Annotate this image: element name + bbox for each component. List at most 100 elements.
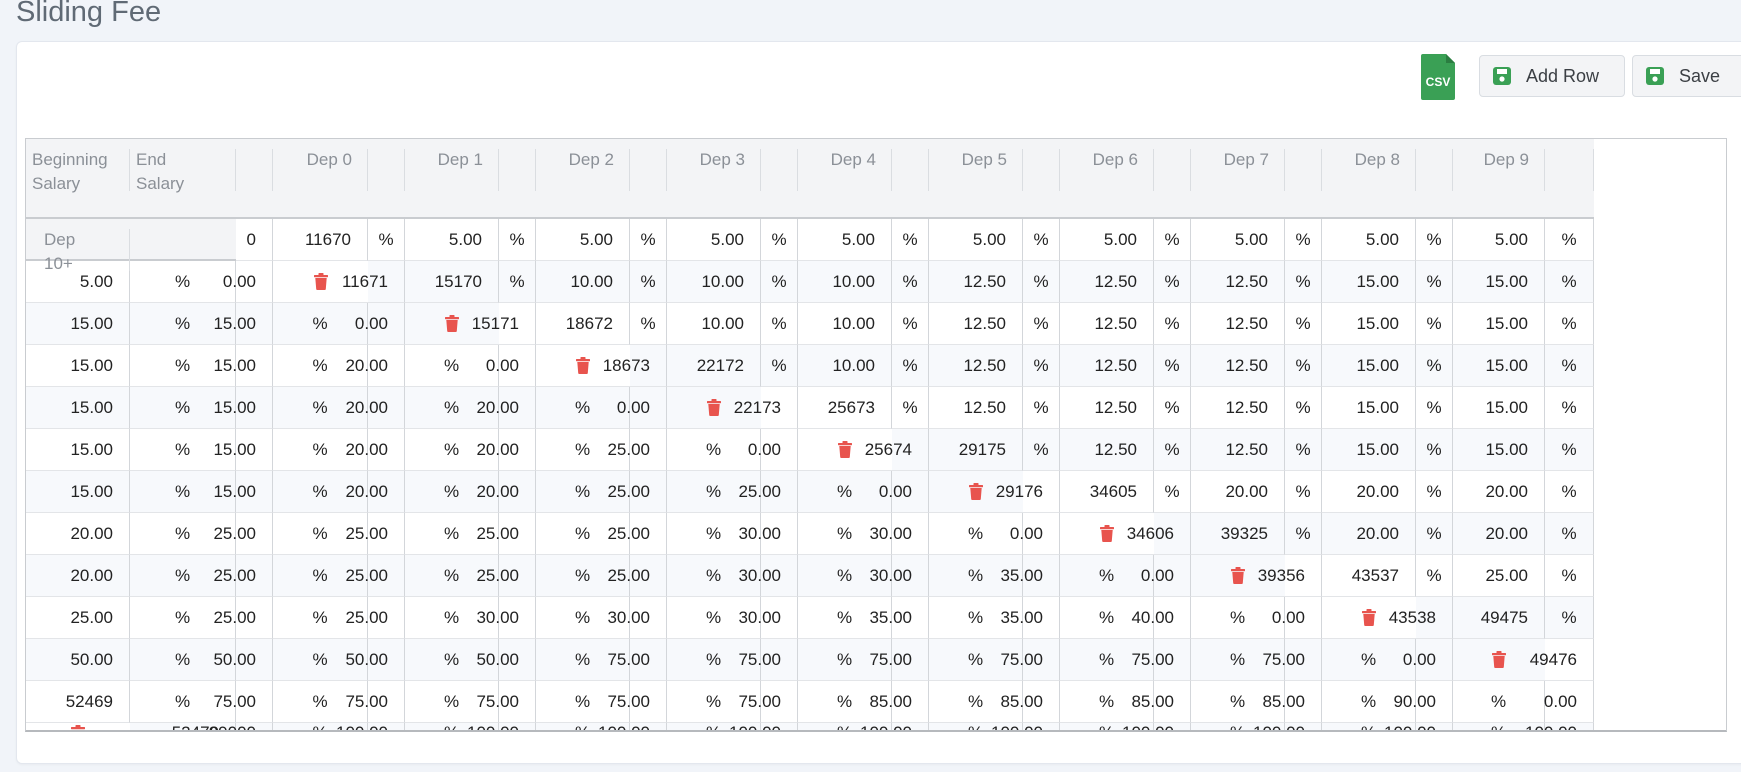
dep-7-cell[interactable]: 20.00 — [476, 471, 536, 513]
beginning-salary-cell[interactable]: 22173 — [734, 387, 798, 429]
dep-9-cell[interactable]: 20.00 — [476, 387, 536, 429]
dep-1-cell[interactable]: 50.00 — [213, 639, 273, 681]
dep-4-cell[interactable]: 15.00 — [1453, 387, 1545, 429]
dep-6-cell[interactable]: 15.00 — [1453, 303, 1545, 345]
dep-0-cell[interactable]: 12.50 — [929, 387, 1023, 429]
beginning-salary-cell[interactable]: 43538 — [1389, 597, 1453, 639]
end-salary-cell[interactable]: 49475 — [1453, 597, 1545, 639]
dep-3-cell[interactable]: 75.00 — [607, 681, 667, 723]
trash-icon[interactable] — [71, 724, 85, 733]
end-salary-cell[interactable]: 99000 — [209, 723, 273, 730]
dep-2-cell[interactable]: 5.00 — [667, 219, 761, 261]
dep-4-cell[interactable]: 15.00 — [26, 471, 130, 513]
dep-5-cell[interactable]: 30.00 — [607, 597, 667, 639]
dep-5-cell[interactable]: 25.00 — [345, 513, 405, 555]
dep-3-cell[interactable]: 5.00 — [798, 219, 892, 261]
dep-2-cell[interactable]: 25.00 — [213, 597, 273, 639]
dep-2-cell[interactable]: 10.00 — [798, 261, 892, 303]
dep-10-cell[interactable]: 0.00 — [1272, 597, 1322, 639]
dep-7-cell[interactable]: 75.00 — [1000, 639, 1060, 681]
dep-0-cell[interactable]: 10.00 — [667, 303, 761, 345]
dep-3-cell[interactable]: 25.00 — [345, 597, 405, 639]
beginning-salary-cell[interactable]: 49476 — [1530, 639, 1594, 681]
dep-9-cell[interactable]: 25.00 — [607, 429, 667, 471]
dep-8-cell[interactable]: 100.00 — [1384, 723, 1453, 730]
dep-6-cell[interactable]: 30.00 — [738, 597, 798, 639]
end-salary-cell[interactable]: 43537 — [1322, 555, 1416, 597]
dep-5-cell[interactable]: 25.00 — [476, 555, 536, 597]
dep-0-cell[interactable]: 12.50 — [1060, 429, 1154, 471]
dep-0-cell[interactable]: 50.00 — [26, 639, 130, 681]
end-salary-cell[interactable]: 29175 — [929, 429, 1023, 471]
dep-10-cell[interactable]: 0.00 — [486, 345, 536, 387]
beginning-salary-cell[interactable]: 15171 — [472, 303, 536, 345]
end-salary-cell[interactable]: 52469 — [26, 681, 130, 723]
dep-8-cell[interactable]: 35.00 — [1000, 597, 1060, 639]
dep-7-cell[interactable]: 15.00 — [26, 345, 130, 387]
dep-8-cell[interactable]: 15.00 — [26, 303, 130, 345]
dep-8-cell[interactable]: 30.00 — [869, 555, 929, 597]
dep-1-cell[interactable]: 12.50 — [1191, 429, 1285, 471]
dep-9-cell[interactable]: 25.00 — [738, 471, 798, 513]
dep-1-cell[interactable]: 25.00 — [26, 597, 130, 639]
trash-icon[interactable] — [969, 483, 983, 500]
dep-8-cell[interactable]: 20.00 — [345, 387, 405, 429]
dep-1-cell[interactable]: 10.00 — [667, 261, 761, 303]
dep-5-cell[interactable]: 12.50 — [1191, 261, 1285, 303]
dep-3-cell[interactable]: 15.00 — [1322, 387, 1416, 429]
dep-3-cell[interactable]: 15.00 — [1453, 429, 1545, 471]
dep-1-cell[interactable]: 100.00 — [467, 723, 536, 730]
dep-1-cell[interactable]: 12.50 — [1060, 387, 1154, 429]
add-row-button[interactable]: Add Row — [1479, 55, 1625, 97]
dep-9-cell[interactable]: 20.00 — [345, 345, 405, 387]
dep-10-cell[interactable]: 0.00 — [1544, 681, 1594, 723]
dep-2-cell[interactable]: 100.00 — [598, 723, 667, 730]
dep-0-cell[interactable]: 10.00 — [798, 345, 892, 387]
dep-3-cell[interactable]: 25.00 — [213, 555, 273, 597]
dep-3-cell[interactable]: 50.00 — [476, 639, 536, 681]
dep-7-cell[interactable]: 15.00 — [213, 387, 273, 429]
dep-9-cell[interactable]: 75.00 — [1262, 639, 1322, 681]
csv-export-icon[interactable]: CSV — [1421, 54, 1457, 100]
beginning-salary-cell[interactable]: 34606 — [1127, 513, 1191, 555]
dep-4-cell[interactable]: 5.00 — [929, 219, 1023, 261]
dep-8-cell[interactable]: 20.00 — [476, 429, 536, 471]
dep-3-cell[interactable]: 12.50 — [1060, 303, 1154, 345]
dep-1-cell[interactable]: 20.00 — [1322, 471, 1416, 513]
dep-3-cell[interactable]: 12.50 — [1191, 345, 1285, 387]
end-salary-cell[interactable]: 11670 — [273, 219, 368, 261]
dep-8-cell[interactable]: 5.00 — [1453, 219, 1545, 261]
trash-icon[interactable] — [1231, 567, 1245, 584]
dep-2-cell[interactable]: 12.50 — [1191, 387, 1285, 429]
dep-9-cell[interactable]: 40.00 — [1131, 597, 1191, 639]
trash-icon[interactable] — [313, 273, 328, 290]
dep-10-cell[interactable]: 0.00 — [223, 261, 273, 303]
dep-5-cell[interactable]: 85.00 — [869, 681, 929, 723]
dep-10-cell[interactable]: 0.00 — [617, 387, 667, 429]
dep-1-cell[interactable]: 20.00 — [1453, 513, 1545, 555]
dep-9-cell[interactable]: 90.00 — [1393, 681, 1453, 723]
dep-6-cell[interactable]: 75.00 — [869, 639, 929, 681]
dep-7-cell[interactable]: 30.00 — [738, 555, 798, 597]
trash-icon[interactable] — [1492, 651, 1506, 668]
dep-2-cell[interactable]: 20.00 — [26, 555, 130, 597]
trash-icon[interactable] — [1362, 609, 1376, 626]
beginning-salary-cell[interactable]: 25674 — [865, 429, 929, 471]
trash-icon[interactable] — [838, 441, 852, 458]
end-salary-cell[interactable]: 15170 — [405, 261, 499, 303]
dep-8-cell[interactable]: 30.00 — [738, 513, 798, 555]
beginning-salary-cell[interactable]: 39356 — [1258, 555, 1322, 597]
dep-10-cell[interactable]: 0.00 — [1141, 555, 1191, 597]
dep-2-cell[interactable]: 12.50 — [1060, 345, 1154, 387]
dep-9-cell[interactable]: 5.00 — [26, 261, 130, 303]
dep-9-cell[interactable]: 100.00 — [1525, 723, 1594, 730]
dep-7-cell[interactable]: 85.00 — [1131, 681, 1191, 723]
end-salary-cell[interactable]: 18672 — [536, 303, 630, 345]
end-salary-cell[interactable]: 25673 — [798, 387, 892, 429]
dep-3-cell[interactable]: 12.50 — [929, 261, 1023, 303]
dep-3-cell[interactable]: 20.00 — [26, 513, 130, 555]
beginning-salary-cell[interactable]: 0 — [236, 219, 273, 261]
dep-2-cell[interactable]: 20.00 — [1453, 471, 1545, 513]
dep-6-cell[interactable]: 15.00 — [213, 429, 273, 471]
dep-8-cell[interactable]: 75.00 — [1131, 639, 1191, 681]
